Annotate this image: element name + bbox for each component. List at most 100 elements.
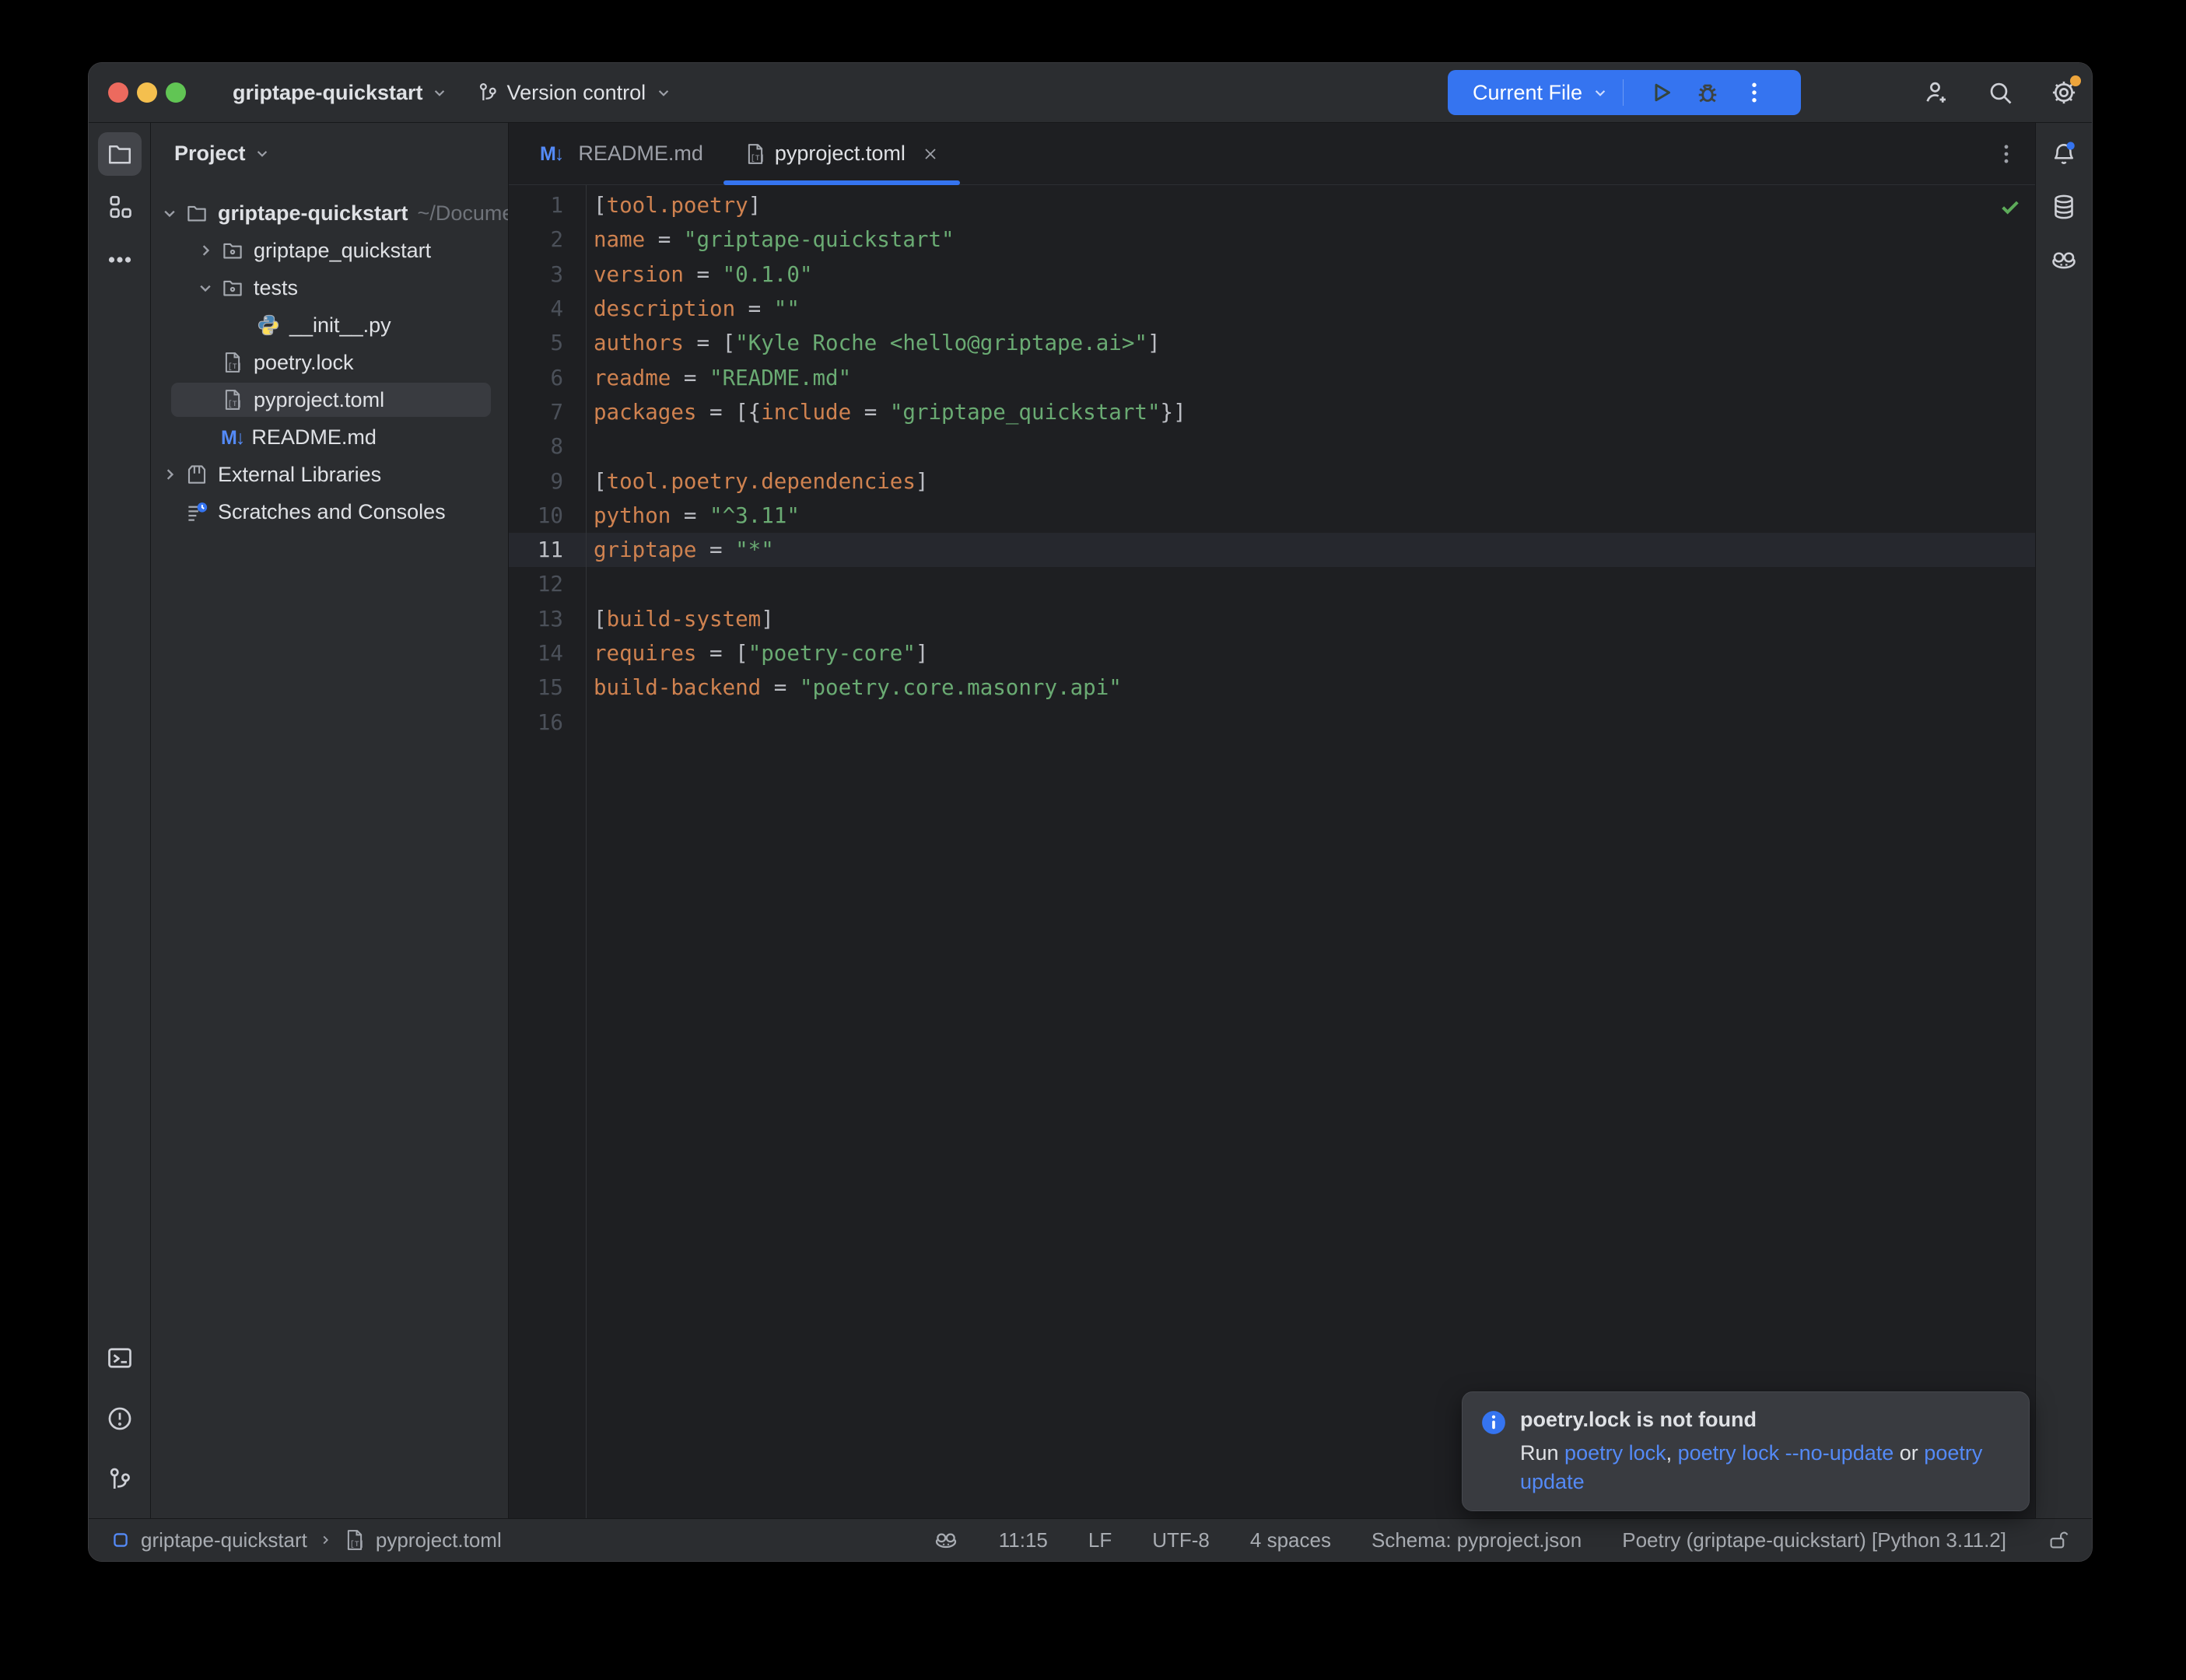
close-tab-icon[interactable]: [913, 145, 940, 163]
close-window-button[interactable]: [108, 82, 128, 103]
more-run-options-button[interactable]: [1740, 79, 1768, 107]
line-number[interactable]: 4: [509, 296, 563, 321]
svg-text:[T]: [T]: [228, 400, 242, 409]
minimize-window-button[interactable]: [137, 82, 157, 103]
line-number[interactable]: 3: [509, 262, 563, 287]
run-button[interactable]: [1647, 79, 1675, 107]
tree-item-label: README.md: [251, 425, 377, 450]
code-line-7[interactable]: 7packages = [{include = "griptape_quicks…: [509, 395, 2035, 429]
status-item-11-15[interactable]: 11:15: [999, 1528, 1048, 1552]
line-number[interactable]: 15: [509, 675, 563, 700]
terminal-tool-button[interactable]: [98, 1336, 142, 1380]
tree-item-scratches-and-consoles[interactable]: Scratches and Consoles: [151, 493, 508, 530]
settings-button[interactable]: [2050, 79, 2078, 107]
project-folder-tool-button[interactable]: [98, 132, 142, 176]
chevron-right-icon[interactable]: [194, 240, 221, 261]
notifications-tool-button[interactable]: [2042, 132, 2086, 176]
write-access-lock-icon[interactable]: [2047, 1528, 2070, 1552]
run-configuration-widget[interactable]: Current File: [1448, 70, 1801, 115]
ai-assistant-tool-button[interactable]: [2042, 238, 2086, 282]
line-number[interactable]: 12: [509, 572, 563, 597]
chevron-down-icon[interactable]: [194, 277, 221, 299]
line-number[interactable]: 6: [509, 366, 563, 390]
line-number[interactable]: 16: [509, 710, 563, 735]
code-line-8[interactable]: 8: [509, 429, 2035, 464]
vcs-widget-label: Version control: [507, 81, 646, 105]
vcs-widget[interactable]: Version control: [476, 81, 674, 105]
code-line-3[interactable]: 3version = "0.1.0": [509, 257, 2035, 292]
status-item-lf[interactable]: LF: [1088, 1528, 1112, 1552]
code-line-11[interactable]: 11griptape = "*": [509, 533, 2035, 567]
line-number[interactable]: 13: [509, 607, 563, 632]
project-folder-icon: [106, 140, 134, 168]
tree-item-label: tests: [254, 276, 298, 300]
breadcrumb-project[interactable]: griptape-quickstart: [141, 1528, 307, 1552]
project-panel-header[interactable]: Project: [151, 123, 508, 184]
zoom-window-button[interactable]: [166, 82, 186, 103]
code-line-12[interactable]: 12: [509, 567, 2035, 601]
tab-pyproject-toml[interactable]: [T]pyproject.toml: [723, 123, 960, 184]
tree-item-readme-md[interactable]: M↓README.md: [151, 418, 508, 456]
line-number[interactable]: 8: [509, 434, 563, 459]
code-line-10[interactable]: 10python = "^3.11": [509, 499, 2035, 533]
notification-link-poetry-lock-no-update[interactable]: poetry lock --no-update: [1678, 1441, 1894, 1465]
debug-button[interactable]: [1694, 79, 1722, 107]
tree-item-poetry-lock[interactable]: [T]poetry.lock: [151, 344, 508, 381]
code-line-9[interactable]: 9[tool.poetry.dependencies]: [509, 464, 2035, 498]
code-line-2[interactable]: 2name = "griptape-quickstart": [509, 222, 2035, 257]
code-line-14[interactable]: 14requires = ["poetry-core"]: [509, 636, 2035, 670]
code-text: description = "": [594, 296, 800, 321]
line-number[interactable]: 9: [509, 469, 563, 494]
notification-link-poetry-lock[interactable]: poetry lock: [1564, 1441, 1666, 1465]
code-line-5[interactable]: 5authors = ["Kyle Roche <hello@griptape.…: [509, 326, 2035, 360]
copilot-icon[interactable]: [934, 1528, 958, 1552]
version-control-tool-button[interactable]: [98, 1458, 142, 1501]
line-number[interactable]: 7: [509, 400, 563, 425]
code-line-1[interactable]: 1[tool.poetry]: [509, 188, 2035, 222]
project-widget[interactable]: griptape-quickstart: [233, 81, 450, 105]
chevron-down-icon[interactable]: [159, 202, 185, 224]
tree-item-tests[interactable]: tests: [151, 269, 508, 306]
problems-tool-button[interactable]: [98, 1397, 142, 1440]
notification-title: poetry.lock is not found: [1520, 1408, 2010, 1432]
line-number[interactable]: 2: [509, 227, 563, 252]
status-item-schema-[interactable]: Schema: pyproject.json: [1372, 1528, 1582, 1552]
code-editor[interactable]: 1[tool.poetry]2name = "griptape-quicksta…: [509, 185, 2035, 1518]
tree-item-griptape-quickstart[interactable]: griptape_quickstart: [151, 232, 508, 269]
chevron-right-icon[interactable]: [159, 464, 185, 485]
tab-readme-md[interactable]: M↓README.md: [520, 123, 723, 184]
database-tool-button[interactable]: [2042, 185, 2086, 229]
chevron-down-icon: [653, 82, 674, 103]
line-number[interactable]: 5: [509, 331, 563, 355]
status-item-utf-8[interactable]: UTF-8: [1152, 1528, 1210, 1552]
line-number[interactable]: 14: [509, 641, 563, 666]
breadcrumb: griptape-quickstart [T] pyproject.toml: [110, 1528, 502, 1552]
line-number[interactable]: 1: [509, 193, 563, 218]
tree-item-label: griptape_quickstart: [254, 239, 431, 263]
inspections-ok-icon[interactable]: [1998, 194, 2023, 219]
markdown-file-icon: M↓: [221, 425, 251, 450]
code-line-6[interactable]: 6readme = "README.md": [509, 360, 2035, 394]
more-tool-windows-tool-button[interactable]: [98, 238, 142, 282]
folder-icon: [185, 201, 208, 225]
code-line-15[interactable]: 15build-backend = "poetry.core.masonry.a…: [509, 670, 2035, 705]
code-line-4[interactable]: 4 description = "": [509, 292, 2035, 326]
tree-item-pyproject-toml[interactable]: [T]pyproject.toml: [151, 381, 508, 418]
tree-item-label: poetry.lock: [254, 351, 354, 375]
breadcrumb-file[interactable]: pyproject.toml: [376, 1528, 502, 1552]
code-line-13[interactable]: 13[build-system]: [509, 602, 2035, 636]
status-item-4[interactable]: 4 spaces: [1250, 1528, 1331, 1552]
status-item-poetry[interactable]: Poetry (griptape-quickstart) [Python 3.1…: [1622, 1528, 2006, 1552]
tree-item-label: __init__.py: [289, 313, 391, 338]
info-icon: [1480, 1409, 1507, 1436]
structure-tool-button[interactable]: [98, 185, 142, 229]
line-number[interactable]: 11: [509, 537, 563, 562]
search-everywhere-button[interactable]: [1986, 79, 2014, 107]
line-number[interactable]: 10: [509, 503, 563, 528]
tree-item-external-libraries[interactable]: External Libraries: [151, 456, 508, 493]
code-line-16[interactable]: 16: [509, 705, 2035, 739]
tab-options-icon[interactable]: [1993, 141, 2020, 167]
tree-item--init-py[interactable]: __init__.py: [151, 306, 508, 344]
tree-item-griptape-quickstart[interactable]: griptape-quickstart~/Docume: [151, 194, 508, 232]
code-with-me-button[interactable]: [1922, 79, 1950, 107]
